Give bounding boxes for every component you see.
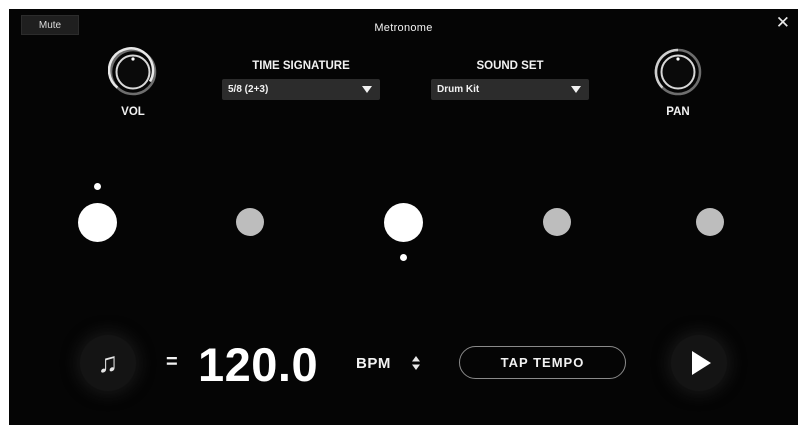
equals-sign: = [166,351,178,373]
accent-beat[interactable] [383,202,423,242]
tempo-value[interactable]: 120.0 [198,337,318,392]
beat[interactable] [696,208,724,236]
pan-knob[interactable] [653,47,703,97]
sound-set-select[interactable]: Drum Kit [431,79,589,100]
pan-label: PAN [666,106,690,118]
bpm-unit: BPM [356,355,391,372]
time-signature-label: TIME SIGNATURE [252,60,350,72]
volume-knob[interactable] [108,47,158,97]
play-icon [692,351,711,375]
sound-set-value: Drum Kit [437,84,480,95]
metronome-window: Mute Metronome ✕ VOL TIME SIGNATURE 5/8 … [9,9,798,425]
chevron-down-icon [362,86,372,93]
sound-set-label: SOUND SET [476,60,544,72]
note-value-button[interactable]: ♫ [80,335,136,391]
beat[interactable] [543,208,571,236]
music-note-icon: ♫ [97,347,119,378]
beat-indicator-dot [399,254,407,261]
close-icon[interactable]: ✕ [776,13,790,33]
tap-tempo-button[interactable]: TAP TEMPO [459,346,626,379]
volume-label: VOL [121,106,145,118]
accent-beat[interactable] [77,202,117,242]
beat[interactable] [236,208,264,236]
chevron-down-icon [571,86,581,93]
play-button[interactable] [671,335,727,391]
time-signature-value: 5/8 (2+3) [228,84,269,95]
time-signature-select[interactable]: 5/8 (2+3) [222,79,380,100]
window-title: Metronome [374,22,433,34]
beat-indicator-dot [93,183,101,190]
tempo-stepper-icon[interactable] [411,355,421,371]
